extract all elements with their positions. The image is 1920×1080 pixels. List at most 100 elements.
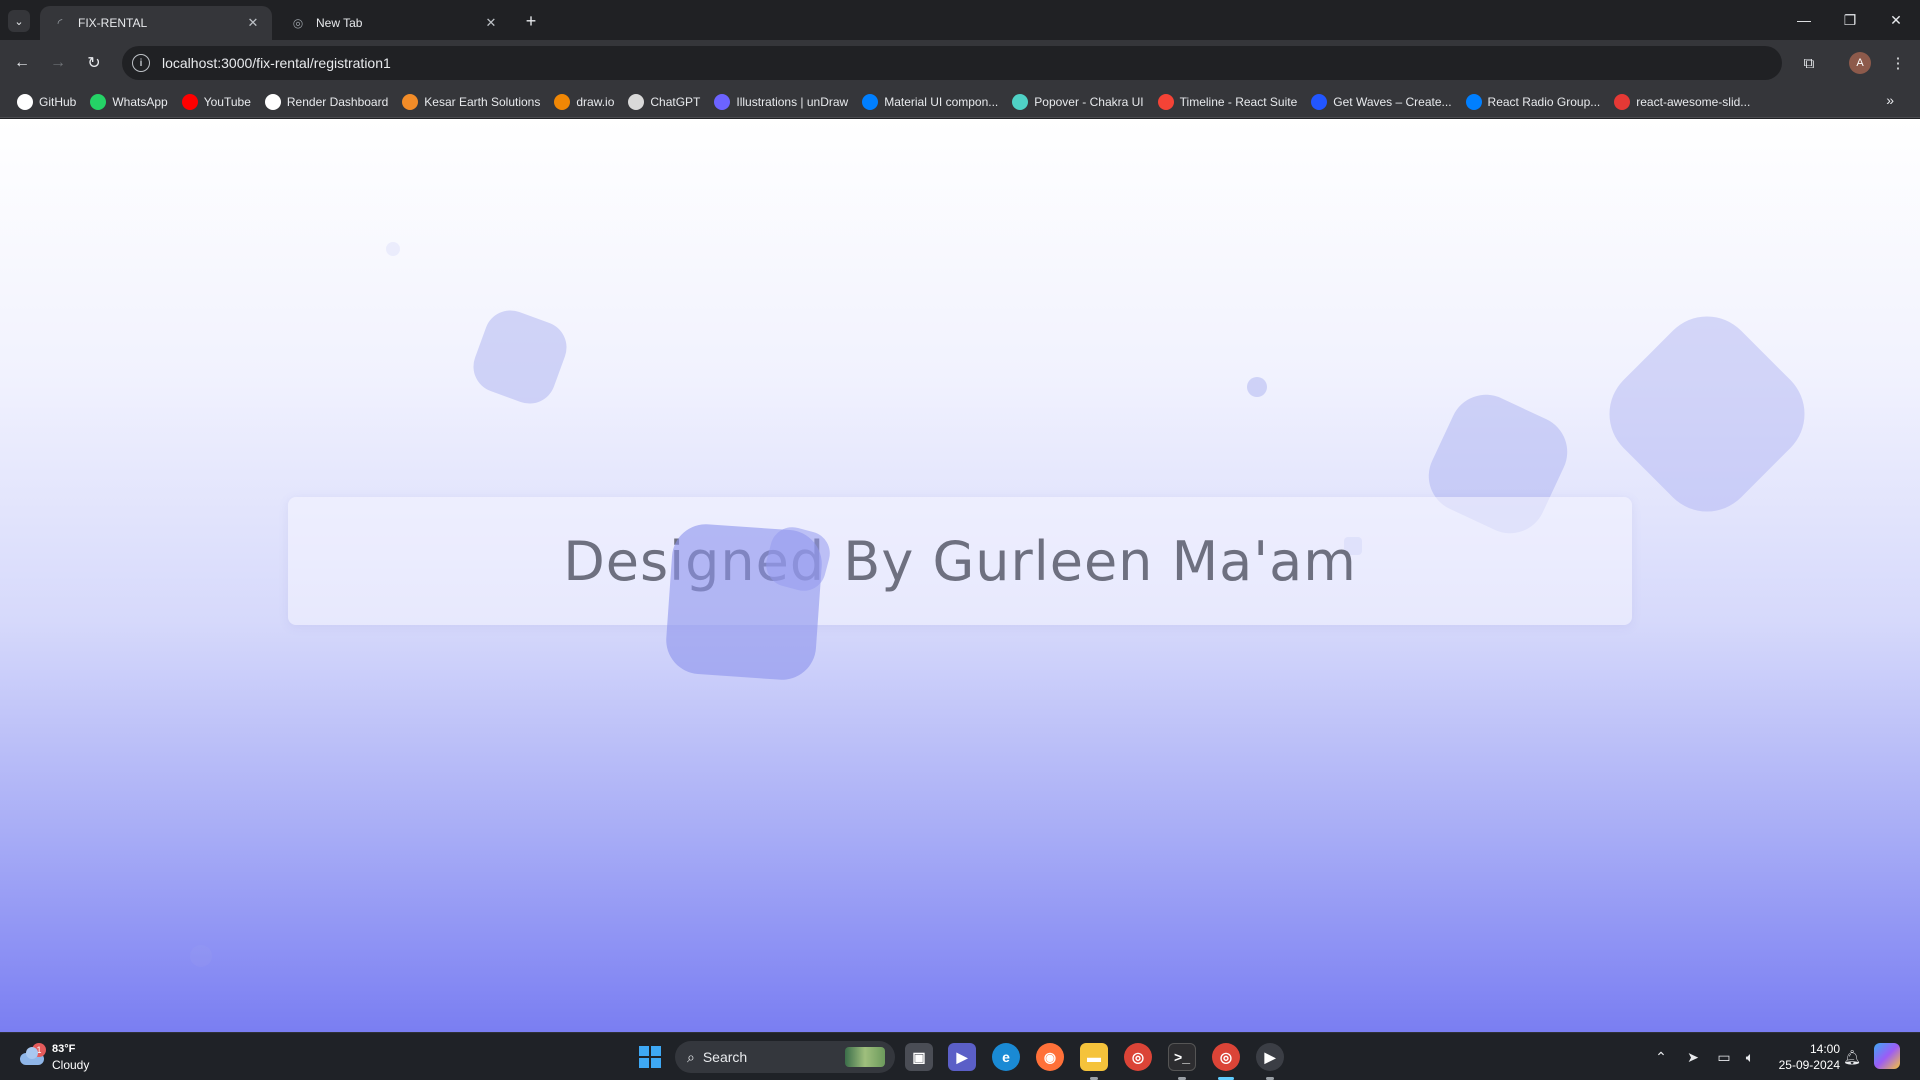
whatsapp-icon [90,93,107,110]
edge-icon[interactable]: e [992,1043,1020,1071]
bookmark-item[interactable]: ChatGPT [621,89,707,115]
bookmark-label: YouTube [203,94,251,109]
rsuite-icon [1157,93,1174,110]
media-player-icon[interactable]: ▶ [1256,1043,1284,1071]
tab-strip: ⌄ ◜ FIX-RENTAL ✕ ◎ New Tab ✕ + — ❐ ✕ [0,0,1920,40]
weather-temperature: 83°F [52,1043,76,1055]
profile-avatar[interactable]: A [1849,52,1871,74]
bookmark-label: React Radio Group... [1487,94,1601,109]
bookmark-label: Get Waves – Create... [1333,94,1452,109]
bookmark-item[interactable]: Material UI compon... [855,89,1005,115]
system-clock[interactable]: 14:00 25-09-2024 [1770,1041,1840,1073]
bookmark-label: react-awesome-slid... [1636,94,1751,109]
bookmark-label: Popover - Chakra UI [1034,94,1144,109]
tab-new-tab[interactable]: ◎ New Tab ✕ [278,6,510,40]
mui-icon [862,93,879,110]
bookmark-label: ChatGPT [650,94,701,109]
reload-button[interactable]: ↻ [82,51,106,75]
terminal-icon[interactable]: >_ [1168,1043,1196,1071]
weather-condition: Cloudy [52,1058,90,1072]
chatgpt-icon [628,93,645,110]
search-icon: ⌕ [687,1048,695,1065]
mui-icon [1465,93,1482,110]
file-explorer-icon[interactable]: ▬ [1080,1043,1108,1071]
bookmark-label: Illustrations | unDraw [736,94,849,109]
clock-date: 25-09-2024 [1778,1058,1840,1072]
bookmark-label: draw.io [576,94,615,109]
chevron-up-icon[interactable]: ⌃ [1651,1047,1671,1067]
task-view-icon[interactable]: ▣ [905,1043,933,1071]
firefox-icon[interactable]: ◉ [1036,1043,1064,1071]
page-background: Designed By Gurleen Ma'am [0,119,1920,1032]
restore-button[interactable]: ❐ [1836,8,1864,32]
decorative-shape [190,945,212,967]
address-bar[interactable]: i localhost:3000/fix-rental/registration… [122,46,1782,80]
undraw-icon [714,93,731,110]
kesar-icon [402,93,419,110]
close-icon[interactable]: ✕ [244,14,262,32]
taskbar-search[interactable]: ⌕ Search [675,1041,895,1073]
back-button[interactable]: ← [10,51,34,75]
notification-bell-icon[interactable]: 🔔︎ [1842,1047,1862,1067]
search-label: Search [702,1049,748,1065]
location-icon[interactable]: ➤ [1683,1047,1703,1067]
minimize-button[interactable]: — [1790,8,1818,32]
new-tab-button[interactable]: + [520,10,542,32]
tab-search-button[interactable]: ⌄ [8,10,30,32]
browser-toolbar: ← → ↻ i localhost:3000/fix-rental/regist… [0,40,1920,108]
getwaves-icon [1311,93,1328,110]
bookmark-item[interactable]: GitHub [10,89,83,115]
cloud-icon: 1 [18,1043,46,1067]
drawio-icon [554,93,571,110]
bookmark-item[interactable]: react-awesome-slid... [1607,89,1757,115]
bookmarks-bar: GitHub WhatsApp YouTube Render Dashboard Kes… [0,86,1920,118]
windows-start-icon[interactable] [639,1046,661,1068]
menu-icon[interactable]: ⋮ [1886,51,1910,75]
designer-banner: Designed By Gurleen Ma'am [288,497,1632,625]
github-icon [17,93,33,110]
bookmark-item[interactable]: YouTube [175,89,258,115]
bookmark-item[interactable]: Illustrations | unDraw [707,89,855,115]
bookmark-label: Render Dashboard [286,94,389,109]
chrome-icon[interactable]: ◎ [1124,1043,1152,1071]
close-icon[interactable]: ✕ [482,14,500,32]
chrome-profile-icon[interactable]: ◎ [1212,1043,1240,1071]
teams-icon[interactable]: ▶ [948,1043,976,1071]
clock-time: 14:00 [1809,1042,1840,1056]
render-icon [264,93,281,110]
bookmark-item[interactable]: Kesar Earth Solutions [395,89,547,115]
chakra-icon [1012,93,1029,110]
bookmark-item[interactable]: Render Dashboard [258,89,395,115]
decorative-shape [466,303,574,411]
awesome-slider-icon [1614,93,1631,110]
more-bookmarks-icon[interactable]: » [1886,92,1894,108]
tab-title: FIX-RENTAL [78,16,148,30]
taskbar: 1 83°F Cloudy ⌕ Search ▣ ▶ e ◉ ▬ ◎ >_ ◎ … [0,1032,1920,1080]
decorative-shape [1247,377,1267,397]
bookmark-item[interactable]: WhatsApp [83,89,174,115]
url-text[interactable]: localhost:3000/fix-rental/registration1 [162,55,391,71]
tab-fix-rental[interactable]: ◜ FIX-RENTAL ✕ [40,6,272,40]
bookmark-item[interactable]: Popover - Chakra UI [1005,89,1150,115]
extensions-icon[interactable]: ⧉ [1797,51,1821,75]
bookmark-label: Material UI compon... [884,94,999,109]
bookmark-item[interactable]: Timeline - React Suite [1151,89,1305,115]
copilot-icon[interactable] [1874,1043,1900,1069]
chrome-tab-icon: ◎ [292,16,304,30]
network-icon[interactable]: ▭ [1714,1047,1734,1067]
notification-badge: 1 [32,1043,46,1057]
bookmark-label: GitHub [39,94,77,109]
volume-icon[interactable]: 🔈︎ [1740,1047,1760,1067]
search-highlight-image [845,1047,885,1067]
weather-widget[interactable]: 1 83°F Cloudy [18,1041,89,1073]
bookmark-item[interactable]: React Radio Group... [1459,89,1608,115]
close-window-button[interactable]: ✕ [1882,8,1910,32]
youtube-icon [181,93,198,110]
bookmark-label: Timeline - React Suite [1179,94,1298,109]
site-info-icon[interactable]: i [132,54,150,72]
forward-button[interactable]: → [46,51,70,75]
bookmark-label: Kesar Earth Solutions [424,94,541,109]
bookmark-item[interactable]: draw.io [547,89,621,115]
bookmark-item[interactable]: Get Waves – Create... [1304,89,1458,115]
loading-icon: ◜ [57,16,63,30]
